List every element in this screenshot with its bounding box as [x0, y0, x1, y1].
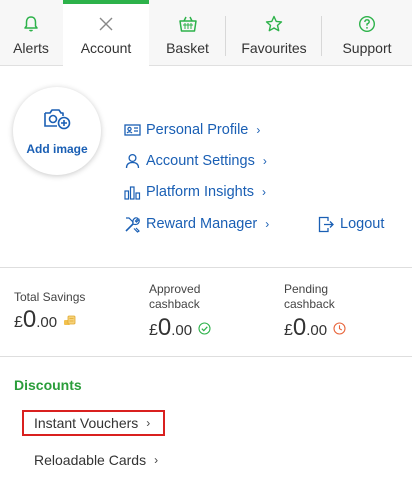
coins-icon	[63, 314, 76, 326]
chevron-right-icon: ›	[154, 453, 159, 467]
tab-alerts[interactable]: Alerts	[0, 0, 62, 65]
logout-label: Logout	[340, 216, 385, 232]
chevron-right-icon: ›	[265, 217, 270, 231]
divider	[0, 267, 412, 268]
check-circle-icon	[198, 321, 211, 335]
top-nav: Alerts Account Basket Favourites Support	[0, 0, 412, 67]
tab-favourites[interactable]: Favourites	[226, 0, 322, 65]
chevron-right-icon: ›	[256, 123, 261, 137]
approved-cashback-label: Approved cashback	[149, 282, 201, 311]
chevron-right-icon: ›	[146, 416, 151, 430]
close-icon[interactable]	[98, 14, 114, 34]
approved-cashback-amount: £ 0 .00	[149, 314, 211, 342]
instant-vouchers-label: Instant Vouchers	[34, 415, 139, 431]
help-icon	[358, 14, 376, 34]
bell-icon	[23, 14, 39, 34]
tab-support-label: Support	[342, 40, 392, 56]
total-savings-label: Total Savings	[14, 290, 86, 304]
pending-cashback-label: Pending cashback	[284, 282, 335, 311]
tab-account-label: Account	[80, 40, 132, 56]
account-settings-label: Account Settings	[146, 153, 255, 169]
tab-favourites-label: Favourites	[241, 40, 307, 56]
basket-icon	[178, 14, 198, 34]
star-icon	[265, 14, 283, 34]
discounts-heading: Discounts	[14, 377, 82, 393]
add-photo-icon	[43, 107, 71, 136]
tab-basket[interactable]: Basket	[149, 0, 226, 65]
tools-icon	[124, 216, 141, 233]
logout-icon	[318, 216, 334, 233]
personal-profile-link[interactable]: Personal Profile ›	[124, 120, 260, 140]
tab-account[interactable]: Account	[63, 0, 149, 67]
chevron-right-icon: ›	[262, 154, 267, 168]
total-savings-amount: £ 0 .00	[14, 306, 76, 334]
instant-vouchers-link[interactable]: Instant Vouchers ›	[34, 415, 150, 431]
platform-insights-label: Platform Insights	[146, 184, 254, 200]
id-card-icon	[124, 122, 141, 139]
clock-icon	[333, 321, 346, 335]
add-image-button[interactable]: Add image	[13, 87, 101, 175]
reward-manager-link[interactable]: Reward Manager ›	[124, 214, 269, 234]
reloadable-cards-label: Reloadable Cards	[34, 452, 147, 468]
tab-support[interactable]: Support	[322, 0, 412, 65]
tab-alerts-label: Alerts	[13, 40, 49, 56]
reloadable-cards-link[interactable]: Reloadable Cards ›	[34, 452, 158, 468]
divider	[0, 356, 412, 357]
pending-cashback-amount: £ 0 .00	[284, 314, 346, 342]
user-icon	[124, 153, 141, 170]
chevron-right-icon: ›	[262, 185, 266, 199]
add-image-label: Add image	[26, 141, 88, 156]
logout-link[interactable]: Logout	[318, 214, 384, 234]
platform-insights-link[interactable]: Platform Insights ›	[124, 182, 266, 202]
bar-chart-icon	[124, 184, 141, 201]
tab-basket-label: Basket	[166, 40, 209, 56]
account-settings-link[interactable]: Account Settings ›	[124, 151, 267, 171]
personal-profile-label: Personal Profile	[146, 122, 249, 138]
reward-manager-label: Reward Manager	[146, 216, 258, 232]
